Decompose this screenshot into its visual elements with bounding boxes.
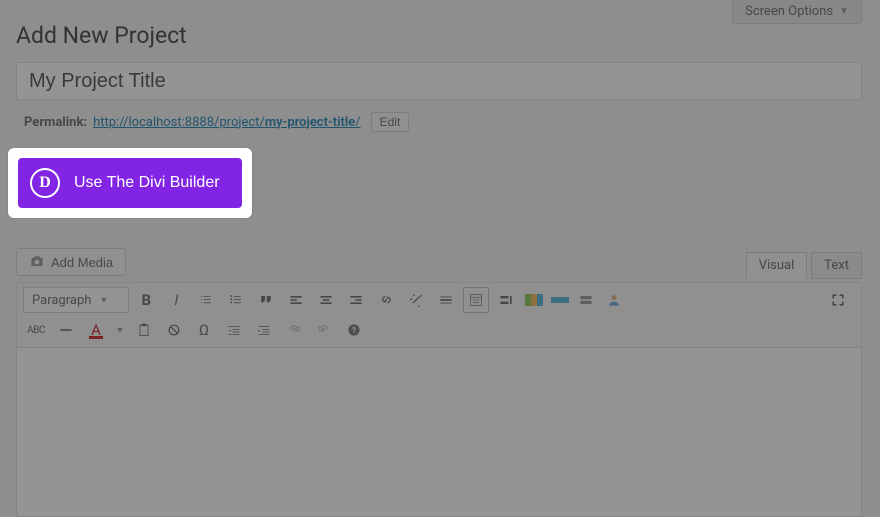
permalink-trail[interactable]: / [355,115,360,130]
use-divi-builder-button[interactable]: D Use The Divi Builder [18,158,242,208]
fullscreen-button[interactable] [825,287,851,313]
toggle-toolbar-2-button[interactable] [493,287,519,313]
align-right-button[interactable] [343,287,369,313]
unlink-button[interactable] [403,287,429,313]
screen-options-toggle[interactable]: Screen Options ▼ [732,0,862,24]
divi-highlight: D Use The Divi Builder [8,148,252,218]
tab-text[interactable]: Text [811,252,862,279]
align-center-button[interactable] [313,287,339,313]
special-char-button[interactable]: Ω [191,317,217,343]
help-button[interactable]: ? [341,317,367,343]
indent-button[interactable] [251,317,277,343]
permalink-base[interactable]: http://localhost:8888/project/ [93,115,265,130]
italic-button[interactable]: I [163,287,189,313]
text-color-chevron[interactable]: ▼ [113,317,127,343]
screen-options-label: Screen Options [745,4,833,19]
camera-music-icon [29,254,45,270]
user-icon-button[interactable] [601,287,627,313]
paste-text-button[interactable] [131,317,157,343]
add-media-button[interactable]: Add Media [16,248,126,276]
column-layout-1-button[interactable] [523,287,545,313]
page-title: Add New Project [16,22,187,49]
strikethrough-button[interactable]: ABC [23,317,49,343]
column-layout-3-button[interactable] [575,287,597,313]
align-left-button[interactable] [283,287,309,313]
hr-button[interactable] [53,317,79,343]
bullet-list-button[interactable] [193,287,219,313]
chevron-down-icon: ▼ [839,6,849,17]
divi-button-label: Use The Divi Builder [74,174,220,192]
permalink-slug[interactable]: my-project-title [265,115,355,130]
undo-button[interactable] [281,317,307,343]
editor-tabs: Visual Text [746,252,862,279]
format-select[interactable]: Paragraph ▼ [23,287,129,313]
clear-formatting-button[interactable] [161,317,187,343]
add-media-label: Add Media [51,255,113,270]
bold-button[interactable]: B [133,287,159,313]
permalink-row: Permalink: http://localhost:8888/project… [24,112,409,132]
blockquote-button[interactable] [253,287,279,313]
toolbar-toggle-button[interactable] [463,287,489,313]
format-select-value: Paragraph [32,293,91,308]
text-color-button[interactable]: A [83,317,109,343]
editor-content-area[interactable] [17,348,861,516]
column-layout-2-button[interactable] [549,287,571,313]
chevron-down-icon: ▼ [99,295,108,306]
divi-logo-icon: D [30,168,60,198]
editor-container: Paragraph ▼ B I ABC A ▼ Ω [16,282,862,517]
editor-toolbar: Paragraph ▼ B I ABC A ▼ Ω [17,283,861,348]
svg-text:?: ? [352,326,356,335]
edit-permalink-button[interactable]: Edit [371,112,410,132]
outdent-button[interactable] [221,317,247,343]
redo-button[interactable] [311,317,337,343]
tab-visual[interactable]: Visual [746,252,808,279]
project-title-input[interactable] [16,62,862,100]
permalink-label: Permalink: [24,115,87,130]
link-button[interactable] [373,287,399,313]
numbered-list-button[interactable] [223,287,249,313]
read-more-button[interactable] [433,287,459,313]
